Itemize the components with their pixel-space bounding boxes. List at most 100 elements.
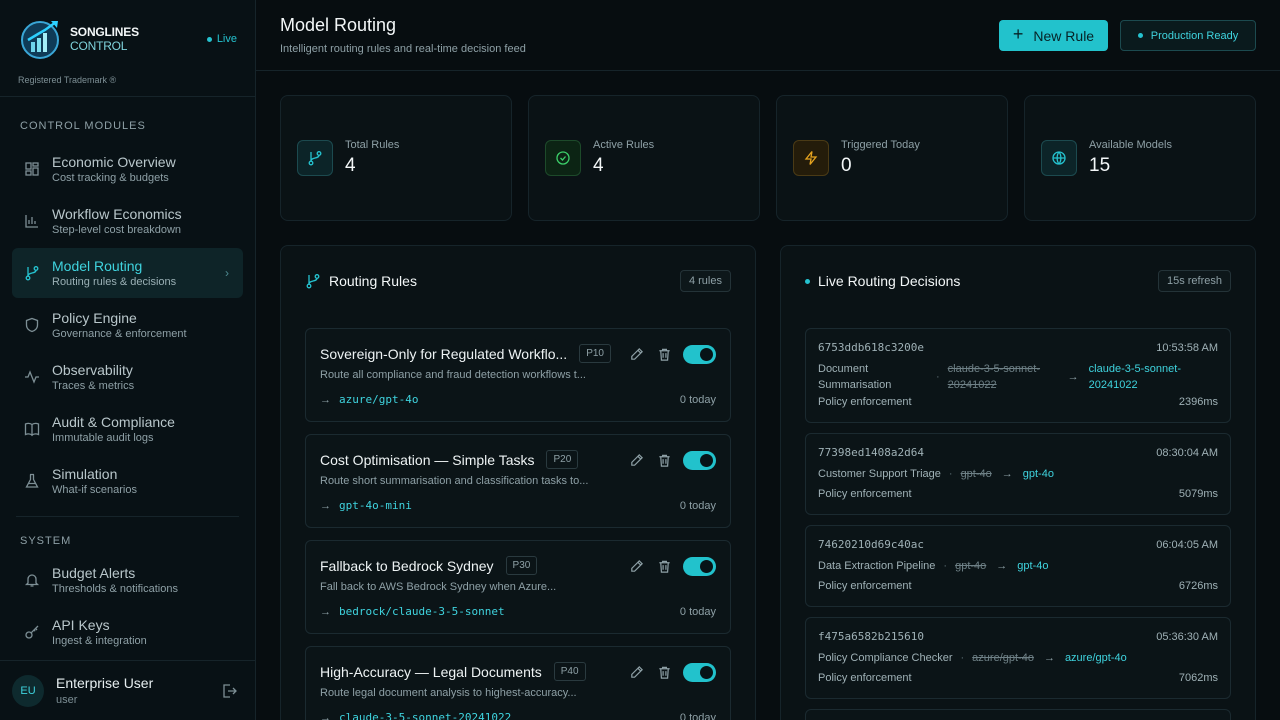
nav-title: Workflow Economics — [52, 206, 182, 222]
plus-icon: + — [1012, 24, 1024, 44]
sidebar-item-economic-overview[interactable]: Economic Overview Cost tracking & budgets — [12, 144, 243, 194]
flask-icon — [25, 473, 39, 488]
sidebar-item-policy-engine[interactable]: Policy Engine Governance & enforcement — [12, 300, 243, 350]
decision-time: 06:04:05 AM — [1156, 539, 1218, 551]
sidebar-item-workflow-economics[interactable]: Workflow Economics Step-level cost breakd… — [12, 196, 243, 246]
rule-name: High-Accuracy — Legal Documents — [320, 663, 542, 680]
rule-card[interactable]: Sovereign-Only for Regulated Workflo... P… — [305, 328, 731, 422]
stat-card-available-models: Available Models 15 — [1024, 95, 1256, 221]
nav-title: Observability — [52, 362, 133, 378]
rule-trigger-count: 0 today — [679, 712, 716, 720]
edit-icon[interactable] — [627, 664, 645, 682]
avatar[interactable]: EU — [12, 674, 44, 707]
live-dot-icon — [805, 278, 810, 284]
sidebar-item-api-keys[interactable]: API Keys Ingest & integration — [12, 607, 243, 657]
decision-item[interactable] — [805, 709, 1231, 720]
stat-value: 4 — [593, 155, 604, 176]
trash-icon[interactable] — [655, 452, 673, 470]
separator-dot: · — [948, 468, 953, 480]
decision-latency: 6726ms — [1178, 580, 1218, 592]
stats-row: Total Rules 4 Active Rules 4 Triggered Tod… — [280, 95, 1256, 221]
stat-card-active-rules: Active Rules 4 — [528, 95, 760, 221]
trash-icon[interactable] — [655, 558, 673, 576]
key-icon — [25, 625, 39, 639]
rules-count-badge: 4 rules — [679, 270, 731, 292]
status-badge: Production Ready — [1120, 20, 1256, 51]
arrow-right-icon: → — [320, 711, 331, 720]
sidebar-item-model-routing[interactable]: Model Routing Routing rules & decisions › — [12, 248, 243, 298]
nav-title: Model Routing — [52, 258, 143, 274]
git-branch-icon — [306, 274, 320, 289]
live-dot-icon — [206, 36, 212, 42]
decision-item[interactable]: 74620210d69c40ac 06:04:05 AM Data Extrac… — [805, 525, 1231, 607]
sidebar: SONGLINES CONTROL Live Registered Tradem… — [0, 0, 256, 720]
nav-subtitle: Step-level cost breakdown — [52, 224, 182, 236]
decision-to-model: gpt-4o — [1017, 560, 1049, 572]
nav-title: Policy Engine — [52, 310, 137, 326]
rule-enabled-toggle[interactable] — [683, 451, 716, 470]
edit-icon[interactable] — [627, 452, 645, 470]
rule-enabled-toggle[interactable] — [683, 345, 716, 364]
check-circle-icon — [545, 140, 581, 176]
nav-subtitle: Traces & metrics — [52, 380, 135, 392]
live-indicator: Live — [206, 33, 237, 45]
nav-subtitle: Ingest & integration — [52, 635, 147, 647]
sidebar-item-simulation[interactable]: Simulation What-if scenarios — [12, 456, 243, 506]
logout-icon[interactable] — [221, 683, 237, 699]
trademark-text: Registered Trademark ® — [18, 75, 117, 85]
arrow-right-icon: → — [320, 499, 331, 512]
nav-subtitle: Thresholds & notifications — [52, 583, 178, 595]
nav-subtitle: Routing rules & decisions — [52, 276, 177, 288]
decision-item[interactable]: 6753ddb618c3200e 10:53:58 AM Document Su… — [805, 328, 1231, 423]
dashboard-icon — [25, 162, 39, 176]
rule-description: Route legal document analysis to highest… — [320, 687, 577, 699]
decision-latency: 2396ms — [1178, 396, 1218, 408]
main-content: Model Routing Intelligent routing rules … — [256, 0, 1280, 720]
sidebar-item-budget-alerts[interactable]: Budget Alerts Thresholds & notifications — [12, 555, 243, 605]
sidebar-item-observability[interactable]: Observability Traces & metrics — [12, 352, 243, 402]
user-role: user — [56, 694, 78, 706]
activity-icon — [25, 370, 39, 384]
nav-title: Audit & Compliance — [52, 414, 175, 430]
rule-target-model: azure/gpt-4o — [339, 393, 419, 406]
rule-card[interactable]: High-Accuracy — Legal Documents P40 Route… — [305, 646, 731, 720]
rule-card[interactable]: Cost Optimisation — Simple Tasks P20 Rout… — [305, 434, 731, 528]
edit-icon[interactable] — [627, 346, 645, 364]
priority-badge: P40 — [553, 662, 586, 681]
stat-value: 15 — [1089, 155, 1111, 176]
new-rule-button[interactable]: + New Rule — [999, 20, 1108, 51]
nav-title: Economic Overview — [52, 154, 176, 170]
app-root: SONGLINES CONTROL Live Registered Tradem… — [0, 0, 1280, 720]
nav-modules: Economic Overview Cost tracking & budgets… — [0, 144, 255, 506]
brand-name: SONGLINES CONTROL — [70, 25, 139, 53]
chevron-right-icon: › — [225, 266, 229, 280]
decision-item[interactable]: 77398ed1408a2d64 08:30:04 AM Customer Su… — [805, 433, 1231, 515]
decision-item[interactable]: f475a6582b215610 05:36:30 AM Policy Comp… — [805, 617, 1231, 699]
rule-enabled-toggle[interactable] — [683, 557, 716, 576]
decision-time: 05:36:30 AM — [1156, 631, 1218, 643]
status-dot-icon — [1137, 33, 1143, 38]
sidebar-item-audit-compliance[interactable]: Audit & Compliance Immutable audit logs — [12, 404, 243, 454]
rule-target-model: gpt-4o-mini — [339, 499, 412, 512]
decision-reason: Policy enforcement — [818, 580, 912, 592]
nav-system: Budget Alerts Thresholds & notifications … — [0, 555, 255, 657]
decision-to-model: gpt-4o — [1022, 468, 1054, 480]
trash-icon[interactable] — [655, 664, 673, 682]
page-subtitle: Intelligent routing rules and real-time … — [280, 43, 526, 55]
stat-card-triggered-today: Triggered Today 0 — [776, 95, 1008, 221]
arrow-right-icon: → — [1001, 468, 1013, 480]
routing-rules-panel: Routing Rules 4 rules Sovereign-Only for… — [280, 245, 756, 720]
stat-label: Total Rules — [345, 139, 400, 151]
rule-card[interactable]: Fallback to Bedrock Sydney P30 Fall back … — [305, 540, 731, 634]
rule-description: Fall back to AWS Bedrock Sydney when Azu… — [320, 581, 557, 593]
decision-reason: Policy enforcement — [818, 672, 912, 684]
trash-icon[interactable] — [655, 346, 673, 364]
rule-enabled-toggle[interactable] — [683, 663, 716, 682]
priority-badge: P30 — [505, 556, 538, 575]
decision-latency: 7062ms — [1178, 672, 1218, 684]
decisions-list: 6753ddb618c3200e 10:53:58 AM Document Su… — [781, 316, 1255, 720]
nav-title: API Keys — [52, 617, 110, 633]
nav-subtitle: What-if scenarios — [52, 484, 137, 496]
edit-icon[interactable] — [627, 558, 645, 576]
decision-to-model: azure/gpt-4o — [1064, 652, 1127, 664]
